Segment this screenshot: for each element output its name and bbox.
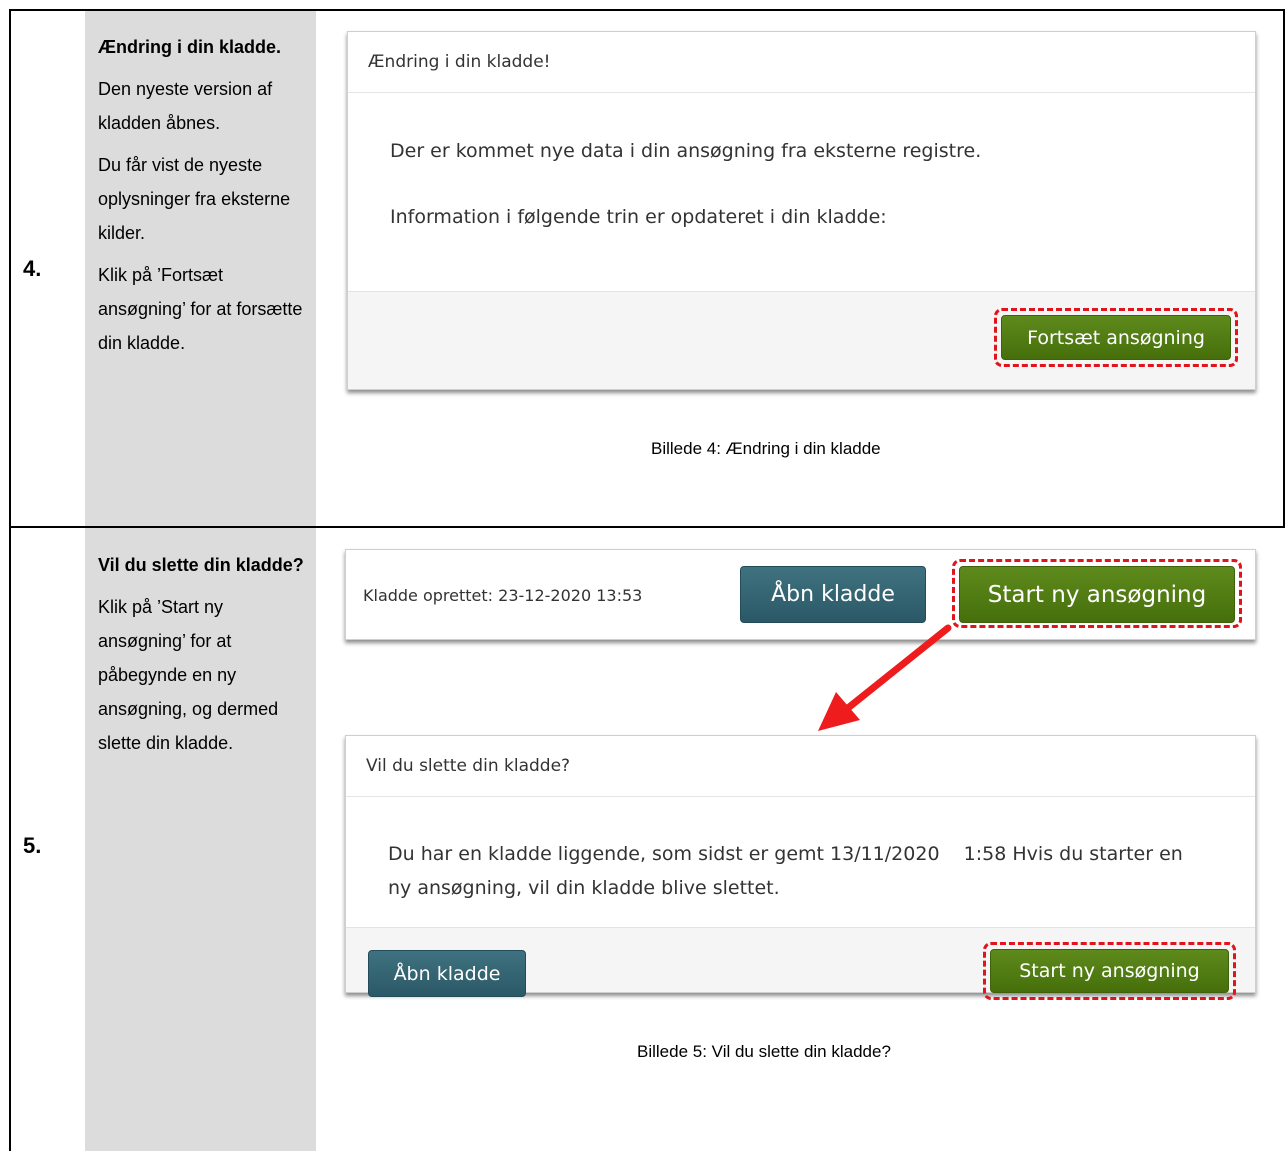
delete-dialog-message: Du har en kladde liggende, som sidst er … xyxy=(388,843,1189,899)
delete-dialog-header: Vil du slette din kladde? xyxy=(346,736,1255,797)
start-new-application-button[interactable]: Start ny ansøgning xyxy=(959,566,1235,623)
delete-dialog-title: Vil du slette din kladde? xyxy=(366,756,571,776)
row4-step-number: 4. xyxy=(23,256,42,281)
delete-dialog-body: Du har en kladde liggende, som sidst er … xyxy=(388,837,1208,905)
table-top-border xyxy=(9,9,1285,11)
dialog-open-draft-button[interactable]: Åbn kladde xyxy=(368,950,526,997)
row4-paragraph-2: Du får vist de nyeste oplysninger fra ek… xyxy=(98,155,291,243)
table-row-divider xyxy=(9,526,1285,528)
row4-paragraph-3: Klik på ’Fortsæt ansøgning’ for at forsæ… xyxy=(98,265,303,353)
row4-paragraph-1: Den nyeste version af kladden åbnes. xyxy=(98,79,273,133)
delete-draft-dialog: Vil du slette din kladde? Du har en klad… xyxy=(345,735,1256,1000)
red-arrow-icon xyxy=(818,624,952,731)
row5-paragraph: Klik på ’Start ny ansøgning’ for at påbe… xyxy=(98,597,279,753)
table-left-border xyxy=(9,9,11,1151)
change-dialog-header: Ændring i din kladde! xyxy=(348,32,1255,93)
draft-created-label: Kladde oprettet: 23-12-2020 13:53 xyxy=(363,586,643,605)
change-dialog-title: Ændring i din kladde! xyxy=(368,52,551,72)
row5-step-number: 5. xyxy=(23,833,42,858)
row4-description: Ændring i din kladde. Den nyeste version… xyxy=(98,30,308,368)
row5-title: Vil du slette din kladde? xyxy=(98,555,304,575)
open-draft-button[interactable]: Åbn kladde xyxy=(740,566,926,623)
row4-title: Ændring i din kladde. xyxy=(98,37,282,57)
figure-5-caption: Billede 5: Vil du slette din kladde? xyxy=(637,1042,891,1061)
change-dialog: Ændring i din kladde! Der er kommet nye … xyxy=(347,31,1256,390)
change-dialog-line-1: Der er kommet nye data i din ansøgning f… xyxy=(390,140,982,162)
change-dialog-line-2: Information i følgende trin er opdateret… xyxy=(390,206,887,228)
row5-description: Vil du slette din kladde? Klik på ’Start… xyxy=(98,548,308,768)
continue-application-button[interactable]: Fortsæt ansøgning xyxy=(1001,315,1231,360)
change-dialog-body: Der er kommet nye data i din ansøgning f… xyxy=(390,134,1235,234)
figure-4-caption: Billede 4: Ændring i din kladde xyxy=(651,439,881,458)
dialog-start-new-application-button[interactable]: Start ny ansøgning xyxy=(990,949,1229,993)
